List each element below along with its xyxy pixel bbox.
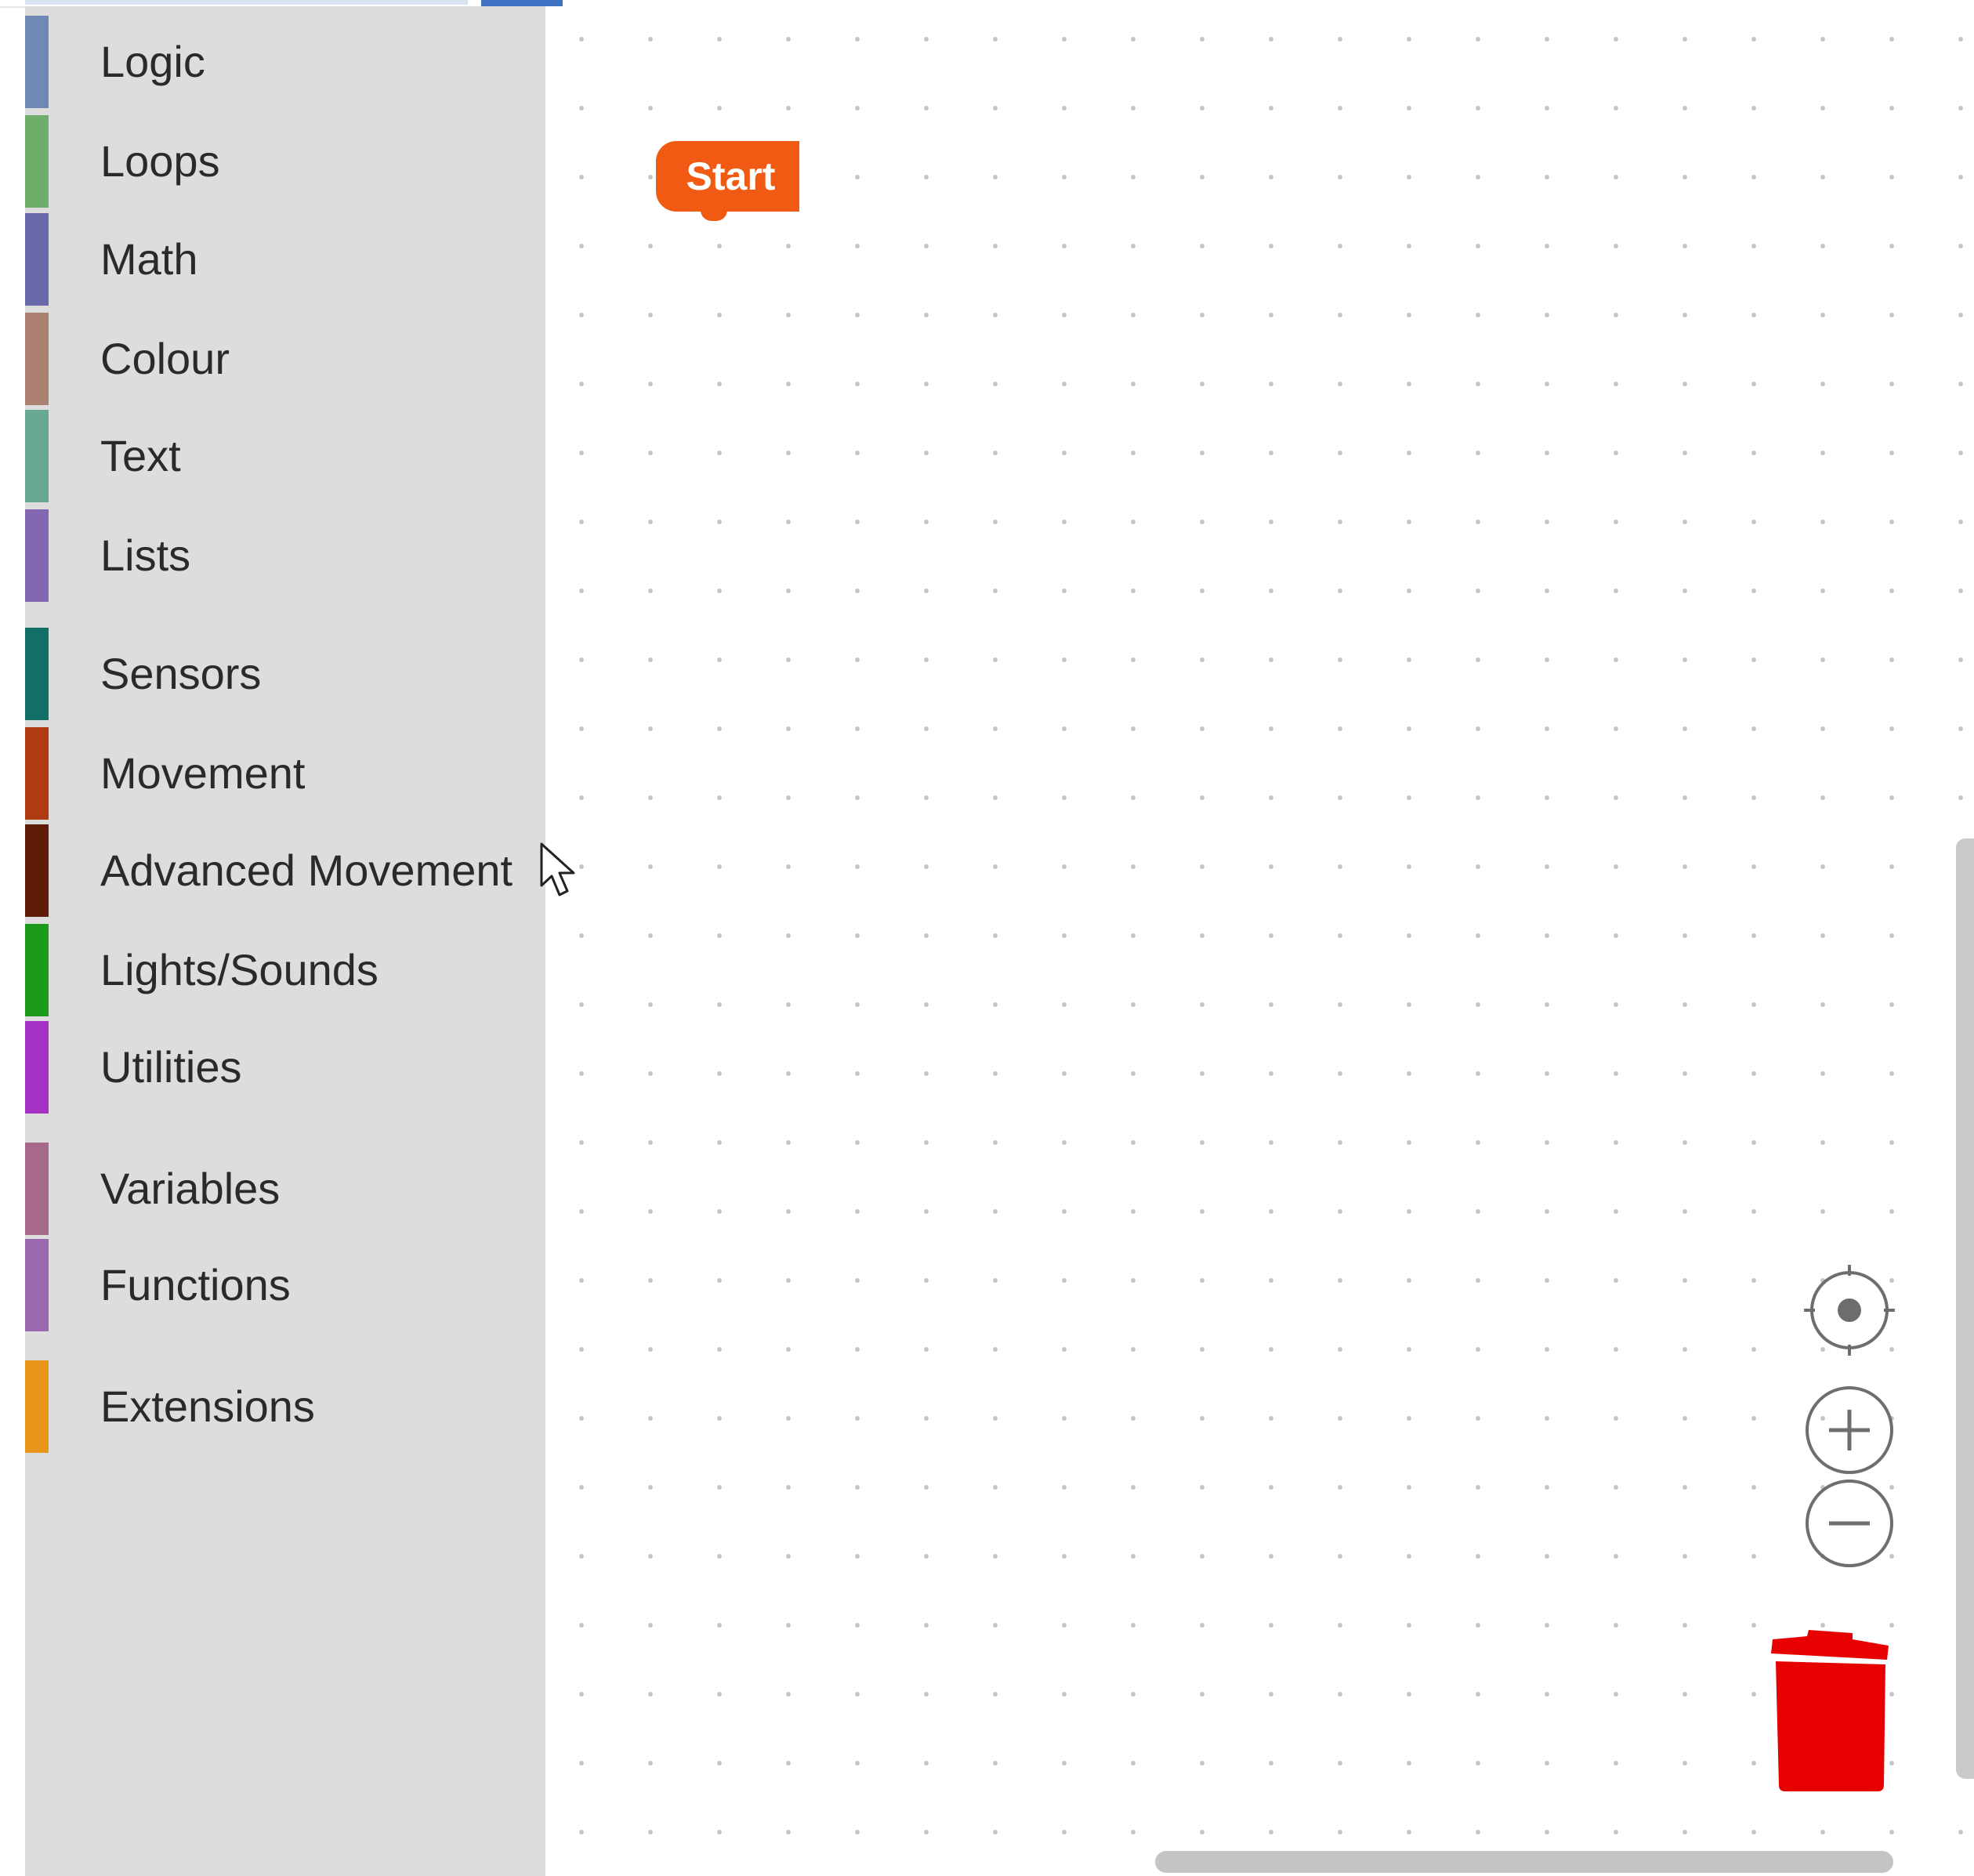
top-tab[interactable] [25, 0, 468, 5]
category-advanced-movement[interactable]: Advanced Movement [25, 824, 545, 917]
plus-icon [1806, 1386, 1893, 1474]
category-variables[interactable]: Variables [25, 1143, 545, 1235]
category-label: Variables [100, 1164, 281, 1213]
category-color-stripe [25, 1143, 49, 1235]
category-label: Text [100, 431, 181, 480]
start-block[interactable]: Start [656, 141, 799, 221]
trash-icon [1771, 1630, 1889, 1791]
horizontal-scrollbar[interactable] [1155, 1851, 1893, 1873]
category-label: Functions [100, 1260, 291, 1309]
zoom-in-button[interactable] [1804, 1385, 1895, 1476]
category-colour[interactable]: Colour [25, 313, 545, 405]
top-tab-active[interactable] [481, 0, 563, 6]
category-color-stripe [25, 1021, 49, 1114]
category-text[interactable]: Text [25, 410, 545, 502]
category-color-stripe [25, 213, 49, 306]
category-lists[interactable]: Lists [25, 509, 545, 602]
vertical-scrollbar[interactable] [1956, 838, 1974, 1779]
category-label: Loops [100, 136, 220, 186]
category-color-stripe [25, 115, 49, 208]
category-label: Utilities [100, 1042, 242, 1092]
start-block-label: Start [686, 154, 776, 198]
category-label: Logic [100, 37, 205, 86]
category-color-stripe [25, 1239, 49, 1331]
category-movement[interactable]: Movement [25, 727, 545, 820]
category-logic[interactable]: Logic [25, 16, 545, 108]
category-label: Colour [100, 334, 230, 383]
category-label: Lists [100, 531, 191, 580]
category-label: Sensors [100, 649, 262, 698]
category-color-stripe [25, 509, 49, 602]
category-label: Movement [100, 748, 306, 798]
category-color-stripe [25, 824, 49, 917]
zoom-out-button[interactable] [1804, 1478, 1895, 1569]
toolbox: Logic Loops Math Colour Text Lists Senso… [25, 6, 545, 1876]
crosshair-icon [1804, 1265, 1895, 1356]
category-color-stripe [25, 313, 49, 405]
category-label: Advanced Movement [100, 846, 513, 895]
category-color-stripe [25, 1360, 49, 1453]
category-label: Extensions [100, 1382, 315, 1431]
recenter-button[interactable] [1804, 1265, 1895, 1356]
category-color-stripe [25, 410, 49, 502]
category-color-stripe [25, 16, 49, 108]
category-extensions[interactable]: Extensions [25, 1360, 545, 1453]
minus-icon [1806, 1479, 1893, 1567]
blocks-workspace[interactable] [545, 6, 1974, 1876]
category-color-stripe [25, 727, 49, 820]
category-label: Math [100, 234, 198, 284]
category-color-stripe [25, 924, 49, 1016]
trash-can[interactable] [1768, 1630, 1893, 1795]
category-label: Lights/Sounds [100, 945, 379, 994]
category-color-stripe [25, 628, 49, 720]
category-lights-sounds[interactable]: Lights/Sounds [25, 924, 545, 1016]
category-utilities[interactable]: Utilities [25, 1021, 545, 1114]
category-math[interactable]: Math [25, 213, 545, 306]
category-sensors[interactable]: Sensors [25, 628, 545, 720]
category-functions[interactable]: Functions [25, 1239, 545, 1331]
category-loops[interactable]: Loops [25, 115, 545, 208]
